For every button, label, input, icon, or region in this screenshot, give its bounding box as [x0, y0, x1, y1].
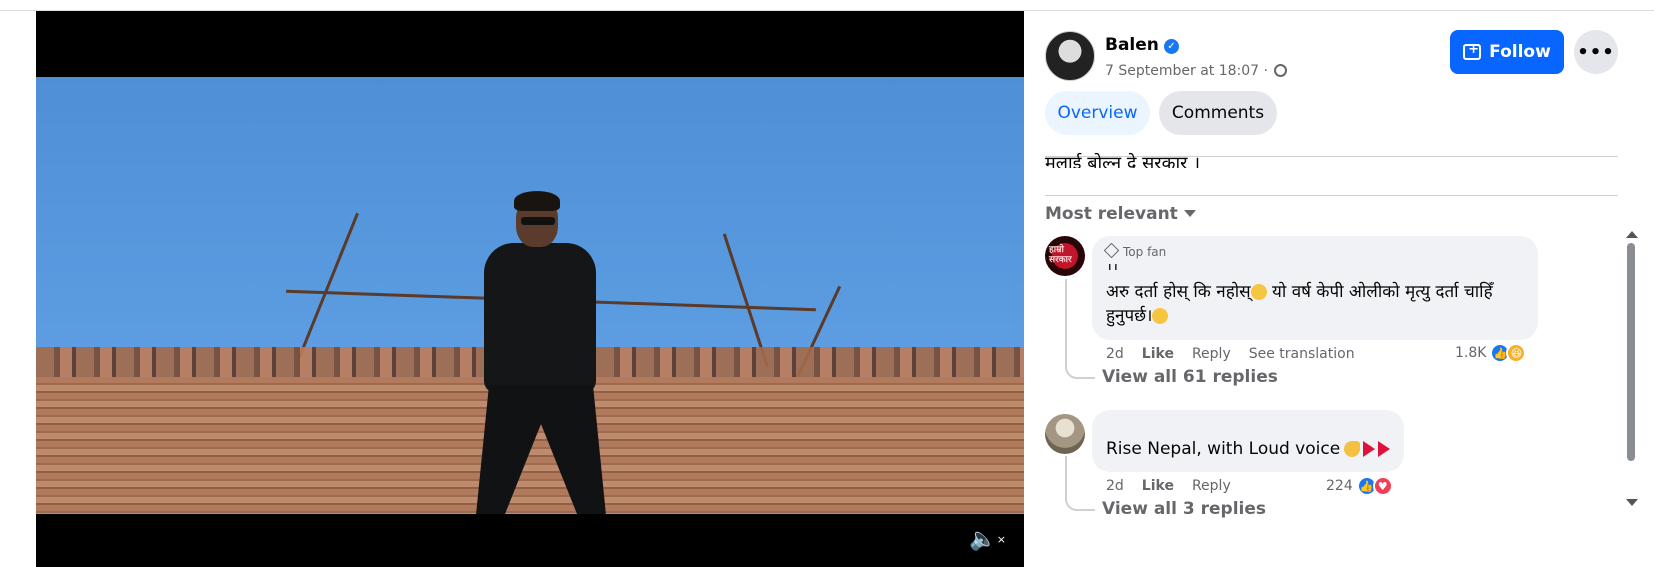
commenter-avatar[interactable]: हाम्रो सरकार — [1045, 236, 1085, 276]
tab-overview[interactable]: Overview — [1045, 91, 1150, 135]
commenter-name-partial: ।। — [1106, 264, 1118, 272]
comment-text: Rise Nepal, with Loud voice — [1106, 437, 1406, 461]
sort-label: Most relevant — [1045, 204, 1178, 224]
reaction-count: 224 — [1326, 478, 1353, 494]
haha-reaction-icon: 😆 — [1506, 343, 1527, 363]
caret-down-icon — [1183, 210, 1196, 217]
mute-button[interactable]: 🔈× — [969, 528, 1006, 552]
comment-bubble: Top fan ।। अरु दर्ता होस् कि नहोस् यो वर… — [1092, 236, 1538, 340]
reaction-summary[interactable]: 224 👍 ♥ — [1326, 476, 1393, 496]
reply-thread-line — [1065, 279, 1095, 379]
view-replies-link[interactable]: View all 3 replies — [1102, 499, 1266, 519]
like-comment-button[interactable]: Like — [1142, 478, 1174, 494]
video-player[interactable]: 🔈× — [36, 11, 1024, 567]
follow-label: Follow — [1489, 42, 1551, 62]
post-meta: 7 September at 18:07 · — [1105, 63, 1288, 79]
comments-scrollbar[interactable] — [1624, 231, 1638, 521]
worried-emoji-icon — [1152, 308, 1169, 324]
more-options-button[interactable]: ••• — [1574, 30, 1618, 74]
nepal-flag-icon — [1363, 441, 1376, 457]
person-figure — [466, 191, 616, 514]
verified-badge-icon: ✓ — [1163, 39, 1179, 54]
reply-button[interactable]: Reply — [1192, 346, 1231, 362]
like-comment-button[interactable]: Like — [1142, 346, 1174, 362]
flexed-biceps-icon — [1344, 441, 1361, 457]
more-dots-icon: ••• — [1577, 41, 1615, 63]
comment-bubble: Rise Nepal, with Loud voice — [1092, 410, 1404, 472]
reply-thread-line — [1065, 456, 1095, 511]
author-name-row[interactable]: Balen ✓ — [1105, 35, 1179, 55]
commenter-avatar[interactable] — [1045, 414, 1085, 454]
video-controls: 🔈× — [36, 514, 1024, 567]
wink-emoji-icon — [1250, 284, 1267, 300]
love-reaction-icon: ♥ — [1372, 476, 1393, 496]
follow-button[interactable]: Follow — [1450, 30, 1564, 74]
sort-dropdown[interactable]: Most relevant — [1045, 204, 1196, 224]
tab-comments[interactable]: Comments — [1159, 91, 1277, 135]
nepal-flag-icon — [1378, 441, 1391, 457]
top-fan-badge: Top fan — [1103, 242, 1166, 259]
comment-actions: 2d Like Reply See translation — [1106, 346, 1355, 362]
post-caption: मलाई बोल्न दे सरकार । — [1045, 153, 1201, 168]
comment-text: अरु दर्ता होस् कि नहोस् यो वर्ष केपी ओली… — [1106, 282, 1493, 326]
globe-icon — [1274, 64, 1288, 77]
scroll-thumb[interactable] — [1627, 243, 1635, 461]
reply-button[interactable]: Reply — [1192, 478, 1231, 494]
scroll-up-arrow-icon[interactable] — [1626, 231, 1638, 238]
comment-time[interactable]: 2d — [1106, 346, 1124, 362]
post-timestamp[interactable]: 7 September at 18:07 · — [1105, 63, 1268, 79]
reaction-summary[interactable]: 1.8K 👍 😆 — [1455, 343, 1527, 363]
add-friend-icon — [1463, 42, 1482, 60]
divider — [1045, 195, 1618, 196]
scroll-down-arrow-icon[interactable] — [1626, 499, 1638, 506]
author-name[interactable]: Balen — [1105, 35, 1159, 55]
speaker-muted-icon: 🔈 — [969, 527, 997, 552]
author-avatar[interactable] — [1045, 31, 1095, 81]
post-panel: Balen ✓ 7 September at 18:07 · Follow •••… — [1025, 11, 1654, 567]
view-replies-link[interactable]: View all 61 replies — [1102, 367, 1278, 387]
reaction-count: 1.8K — [1455, 345, 1487, 361]
video-frame — [36, 77, 1024, 514]
diamond-icon — [1103, 242, 1120, 259]
see-translation-button[interactable]: See translation — [1249, 346, 1355, 362]
scaffold-pole — [298, 212, 359, 358]
comment-time[interactable]: 2d — [1106, 478, 1124, 494]
comment-actions: 2d Like Reply — [1106, 478, 1231, 494]
